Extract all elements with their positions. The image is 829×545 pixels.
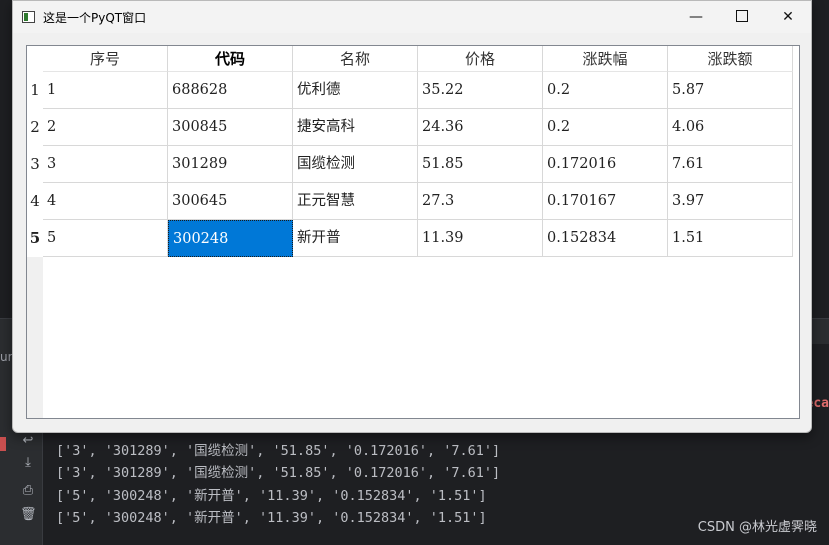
table-cell[interactable]: 国缆检测 [293, 146, 418, 183]
minimize-button[interactable]: — [673, 1, 719, 33]
table-cell-selected[interactable]: 300248 [168, 220, 293, 257]
table-cell[interactable]: 51.85 [418, 146, 543, 183]
console-line: ['5', '300248', '新开普', '11.39', '0.15283… [56, 488, 487, 504]
app-icon [22, 11, 35, 23]
table-corner-button[interactable] [27, 46, 43, 72]
column-header-code[interactable]: 代码 [168, 46, 293, 72]
table-cell[interactable]: 300645 [168, 183, 293, 220]
column-header-price[interactable]: 价格 [418, 46, 543, 72]
trash-icon[interactable]: 🗑 [20, 507, 37, 523]
table-cell[interactable]: 1 [43, 72, 168, 109]
scroll-end-icon[interactable]: ⤓ [20, 455, 36, 471]
column-header-index[interactable]: 序号 [43, 46, 168, 72]
table-cell[interactable]: 11.39 [418, 220, 543, 257]
table-cell[interactable]: 5.87 [668, 72, 793, 109]
run-tab-label[interactable]: ur [0, 350, 13, 364]
row-header-3[interactable]: 3 [27, 146, 43, 183]
console-line: ['5', '300248', '新开普', '11.39', '0.15283… [56, 510, 487, 526]
table-cell[interactable]: 2 [43, 109, 168, 146]
title-bar[interactable]: 这是一个PyQT窗口 — ✕ [13, 1, 811, 33]
print-icon[interactable]: ⎙ [20, 483, 36, 499]
table-cell[interactable]: 0.2 [543, 72, 668, 109]
table-cell[interactable]: 300845 [168, 109, 293, 146]
minimize-icon: — [689, 9, 703, 25]
column-header-change-pct[interactable]: 涨跌幅 [543, 46, 668, 72]
table-cell[interactable]: 4.06 [668, 109, 793, 146]
table-cell[interactable]: 0.172016 [543, 146, 668, 183]
pyqt-window: 这是一个PyQT窗口 — ✕ 1 2 3 4 5 序号 代码 名称 价格 涨跌幅… [12, 0, 812, 433]
column-header-name[interactable]: 名称 [293, 46, 418, 72]
row-header-1[interactable]: 1 [27, 72, 43, 109]
table-cell[interactable]: 4 [43, 183, 168, 220]
row-header-2[interactable]: 2 [27, 109, 43, 146]
table-cell[interactable]: 301289 [168, 146, 293, 183]
table-cell[interactable]: 27.3 [418, 183, 543, 220]
close-button[interactable]: ✕ [765, 1, 811, 33]
table-cell[interactable]: 3 [43, 146, 168, 183]
maximize-icon [736, 10, 748, 22]
table-cell[interactable]: 7.61 [668, 146, 793, 183]
row-header-4[interactable]: 4 [27, 183, 43, 220]
table-cell[interactable]: 0.170167 [543, 183, 668, 220]
window-title: 这是一个PyQT窗口 [43, 11, 147, 25]
table-cell[interactable]: 24.36 [418, 109, 543, 146]
table-cell[interactable]: 35.22 [418, 72, 543, 109]
close-icon: ✕ [782, 9, 794, 25]
stop-indicator[interactable] [0, 437, 6, 451]
row-header: 1 2 3 4 5 [27, 72, 43, 418]
table-cell[interactable]: 688628 [168, 72, 293, 109]
table-cell[interactable]: 3.97 [668, 183, 793, 220]
watermark: CSDN @林光虚霁晓 [697, 520, 817, 535]
table-cell[interactable]: 正元智慧 [293, 183, 418, 220]
table-cell[interactable]: 0.152834 [543, 220, 668, 257]
row-header-5[interactable]: 5 [27, 220, 43, 257]
table-cell[interactable]: 捷安高科 [293, 109, 418, 146]
table-cell[interactable]: 优利德 [293, 72, 418, 109]
table-cell[interactable]: 新开普 [293, 220, 418, 257]
console-line: ['3', '301289', '国缆检测', '51.85', '0.1720… [56, 465, 501, 481]
stock-table[interactable]: 1 2 3 4 5 序号 代码 名称 价格 涨跌幅 涨跌额 1 688628 优… [26, 45, 800, 419]
table-cell[interactable]: 0.2 [543, 109, 668, 146]
table-cell[interactable]: 1.51 [668, 220, 793, 257]
soft-wrap-icon[interactable]: ↩ [20, 433, 36, 449]
table-cell[interactable]: 5 [43, 220, 168, 257]
column-header-change-amt[interactable]: 涨跌额 [668, 46, 793, 72]
maximize-button[interactable] [719, 1, 765, 33]
console-line: ['3', '301289', '国缆检测', '51.85', '0.1720… [56, 443, 501, 459]
